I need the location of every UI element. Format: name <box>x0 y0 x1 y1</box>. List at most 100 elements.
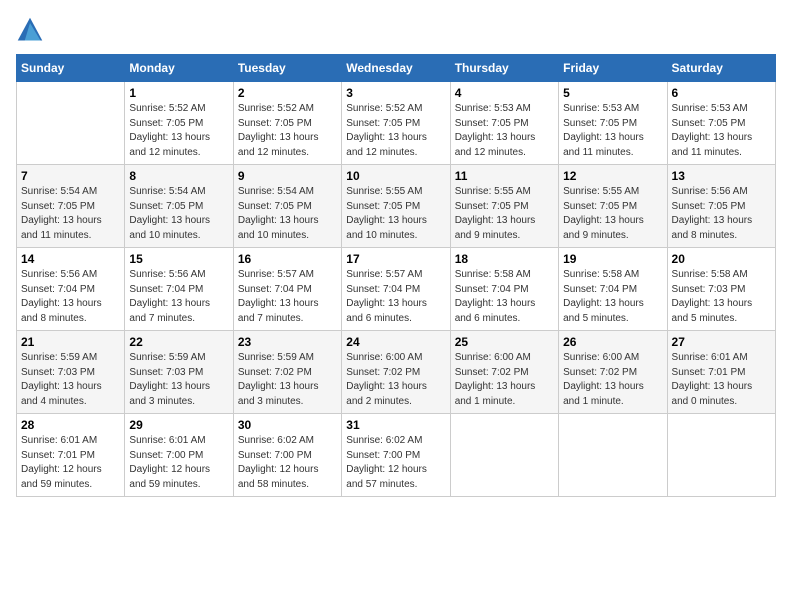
day-number: 22 <box>129 335 228 349</box>
day-info: Sunrise: 5:56 AMSunset: 7:04 PMDaylight:… <box>129 268 228 326</box>
calendar-cell: 16 Sunrise: 5:57 AMSunset: 7:04 PMDayligh… <box>233 248 341 331</box>
day-number: 8 <box>129 169 228 183</box>
calendar-cell: 20 Sunrise: 5:58 AMSunset: 7:03 PMDayligh… <box>667 248 775 331</box>
calendar-cell: 1 Sunrise: 5:52 AMSunset: 7:05 PMDaylight… <box>125 82 233 165</box>
calendar-cell: 19Sunrise: 5:58 AMSunset: 7:04 PMDayligh… <box>559 248 667 331</box>
day-number: 31 <box>346 418 445 432</box>
day-info: Sunrise: 5:58 AMSunset: 7:03 PMDaylight:… <box>672 268 771 326</box>
logo <box>16 16 48 44</box>
calendar-cell: 17Sunrise: 5:57 AMSunset: 7:04 PMDayligh… <box>342 248 450 331</box>
day-info: Sunrise: 5:53 AMSunset: 7:05 PMDaylight:… <box>455 102 554 160</box>
day-info: Sunrise: 5:58 AMSunset: 7:04 PMDaylight:… <box>455 268 554 326</box>
day-info: Sunrise: 6:02 AMSunset: 7:00 PMDaylight:… <box>238 434 337 492</box>
day-info: Sunrise: 5:55 AMSunset: 7:05 PMDaylight:… <box>455 185 554 243</box>
day-info: Sunrise: 5:55 AMSunset: 7:05 PMDaylight:… <box>563 185 662 243</box>
day-number: 14 <box>21 252 120 266</box>
day-info: Sunrise: 5:52 AMSunset: 7:05 PMDaylight:… <box>129 102 228 160</box>
calendar-table: SundayMondayTuesdayWednesdayThursdayFrid… <box>16 54 776 497</box>
day-info: Sunrise: 6:00 AMSunset: 7:02 PMDaylight:… <box>563 351 662 409</box>
weekday-header-row: SundayMondayTuesdayWednesdayThursdayFrid… <box>17 55 776 82</box>
day-info: Sunrise: 5:59 AMSunset: 7:02 PMDaylight:… <box>238 351 337 409</box>
calendar-cell: 25 Sunrise: 6:00 AMSunset: 7:02 PMDayligh… <box>450 331 558 414</box>
day-number: 20 <box>672 252 771 266</box>
day-info: Sunrise: 6:00 AMSunset: 7:02 PMDaylight:… <box>346 351 445 409</box>
day-number: 1 <box>129 86 228 100</box>
weekday-header-sunday: Sunday <box>17 55 125 82</box>
calendar-cell: 15 Sunrise: 5:56 AMSunset: 7:04 PMDayligh… <box>125 248 233 331</box>
day-info: Sunrise: 5:59 AMSunset: 7:03 PMDaylight:… <box>21 351 120 409</box>
day-info: Sunrise: 6:01 AMSunset: 7:01 PMDaylight:… <box>672 351 771 409</box>
calendar-cell: 28 Sunrise: 6:01 AMSunset: 7:01 PMDayligh… <box>17 414 125 497</box>
logo-icon <box>16 16 44 44</box>
day-info: Sunrise: 6:02 AMSunset: 7:00 PMDaylight:… <box>346 434 445 492</box>
calendar-cell: 31 Sunrise: 6:02 AMSunset: 7:00 PMDayligh… <box>342 414 450 497</box>
day-number: 30 <box>238 418 337 432</box>
day-info: Sunrise: 6:01 AMSunset: 7:01 PMDaylight:… <box>21 434 120 492</box>
calendar-cell: 18 Sunrise: 5:58 AMSunset: 7:04 PMDayligh… <box>450 248 558 331</box>
calendar-cell: 12 Sunrise: 5:55 AMSunset: 7:05 PMDayligh… <box>559 165 667 248</box>
calendar-cell: 30 Sunrise: 6:02 AMSunset: 7:00 PMDayligh… <box>233 414 341 497</box>
weekday-header-tuesday: Tuesday <box>233 55 341 82</box>
weekday-header-wednesday: Wednesday <box>342 55 450 82</box>
calendar-week-row: 28 Sunrise: 6:01 AMSunset: 7:01 PMDayligh… <box>17 414 776 497</box>
day-info: Sunrise: 5:59 AMSunset: 7:03 PMDaylight:… <box>129 351 228 409</box>
calendar-cell: 3Sunrise: 5:52 AMSunset: 7:05 PMDaylight… <box>342 82 450 165</box>
day-info: Sunrise: 5:52 AMSunset: 7:05 PMDaylight:… <box>346 102 445 160</box>
day-number: 21 <box>21 335 120 349</box>
calendar-cell <box>559 414 667 497</box>
day-info: Sunrise: 5:55 AMSunset: 7:05 PMDaylight:… <box>346 185 445 243</box>
day-info: Sunrise: 5:53 AMSunset: 7:05 PMDaylight:… <box>563 102 662 160</box>
day-info: Sunrise: 5:57 AMSunset: 7:04 PMDaylight:… <box>346 268 445 326</box>
day-number: 7 <box>21 169 120 183</box>
calendar-week-row: 1 Sunrise: 5:52 AMSunset: 7:05 PMDaylight… <box>17 82 776 165</box>
day-number: 28 <box>21 418 120 432</box>
calendar-cell: 27 Sunrise: 6:01 AMSunset: 7:01 PMDayligh… <box>667 331 775 414</box>
calendar-cell: 2 Sunrise: 5:52 AMSunset: 7:05 PMDaylight… <box>233 82 341 165</box>
day-info: Sunrise: 5:53 AMSunset: 7:05 PMDaylight:… <box>672 102 771 160</box>
calendar-week-row: 7 Sunrise: 5:54 AMSunset: 7:05 PMDaylight… <box>17 165 776 248</box>
calendar-cell <box>450 414 558 497</box>
calendar-cell: 23 Sunrise: 5:59 AMSunset: 7:02 PMDayligh… <box>233 331 341 414</box>
day-number: 13 <box>672 169 771 183</box>
day-info: Sunrise: 5:56 AMSunset: 7:05 PMDaylight:… <box>672 185 771 243</box>
page-header <box>16 16 776 44</box>
calendar-cell: 13 Sunrise: 5:56 AMSunset: 7:05 PMDayligh… <box>667 165 775 248</box>
day-number: 24 <box>346 335 445 349</box>
calendar-cell: 4 Sunrise: 5:53 AMSunset: 7:05 PMDaylight… <box>450 82 558 165</box>
calendar-week-row: 14 Sunrise: 5:56 AMSunset: 7:04 PMDayligh… <box>17 248 776 331</box>
calendar-cell: 22 Sunrise: 5:59 AMSunset: 7:03 PMDayligh… <box>125 331 233 414</box>
day-info: Sunrise: 6:01 AMSunset: 7:00 PMDaylight:… <box>129 434 228 492</box>
calendar-cell: 29 Sunrise: 6:01 AMSunset: 7:00 PMDayligh… <box>125 414 233 497</box>
day-number: 5 <box>563 86 662 100</box>
day-number: 12 <box>563 169 662 183</box>
calendar-cell: 9 Sunrise: 5:54 AMSunset: 7:05 PMDaylight… <box>233 165 341 248</box>
day-info: Sunrise: 5:54 AMSunset: 7:05 PMDaylight:… <box>129 185 228 243</box>
calendar-cell: 7 Sunrise: 5:54 AMSunset: 7:05 PMDaylight… <box>17 165 125 248</box>
day-number: 27 <box>672 335 771 349</box>
calendar-cell: 11Sunrise: 5:55 AMSunset: 7:05 PMDayligh… <box>450 165 558 248</box>
calendar-cell: 8 Sunrise: 5:54 AMSunset: 7:05 PMDaylight… <box>125 165 233 248</box>
weekday-header-thursday: Thursday <box>450 55 558 82</box>
calendar-cell: 21 Sunrise: 5:59 AMSunset: 7:03 PMDayligh… <box>17 331 125 414</box>
day-number: 6 <box>672 86 771 100</box>
day-number: 9 <box>238 169 337 183</box>
day-info: Sunrise: 6:00 AMSunset: 7:02 PMDaylight:… <box>455 351 554 409</box>
day-number: 23 <box>238 335 337 349</box>
day-info: Sunrise: 5:56 AMSunset: 7:04 PMDaylight:… <box>21 268 120 326</box>
day-number: 16 <box>238 252 337 266</box>
day-info: Sunrise: 5:57 AMSunset: 7:04 PMDaylight:… <box>238 268 337 326</box>
day-info: Sunrise: 5:54 AMSunset: 7:05 PMDaylight:… <box>21 185 120 243</box>
day-info: Sunrise: 5:52 AMSunset: 7:05 PMDaylight:… <box>238 102 337 160</box>
weekday-header-friday: Friday <box>559 55 667 82</box>
day-number: 29 <box>129 418 228 432</box>
day-number: 18 <box>455 252 554 266</box>
calendar-cell <box>17 82 125 165</box>
calendar-cell: 26Sunrise: 6:00 AMSunset: 7:02 PMDayligh… <box>559 331 667 414</box>
calendar-cell: 5 Sunrise: 5:53 AMSunset: 7:05 PMDaylight… <box>559 82 667 165</box>
day-number: 4 <box>455 86 554 100</box>
calendar-cell: 6 Sunrise: 5:53 AMSunset: 7:05 PMDaylight… <box>667 82 775 165</box>
day-number: 15 <box>129 252 228 266</box>
day-number: 2 <box>238 86 337 100</box>
day-number: 25 <box>455 335 554 349</box>
day-info: Sunrise: 5:54 AMSunset: 7:05 PMDaylight:… <box>238 185 337 243</box>
